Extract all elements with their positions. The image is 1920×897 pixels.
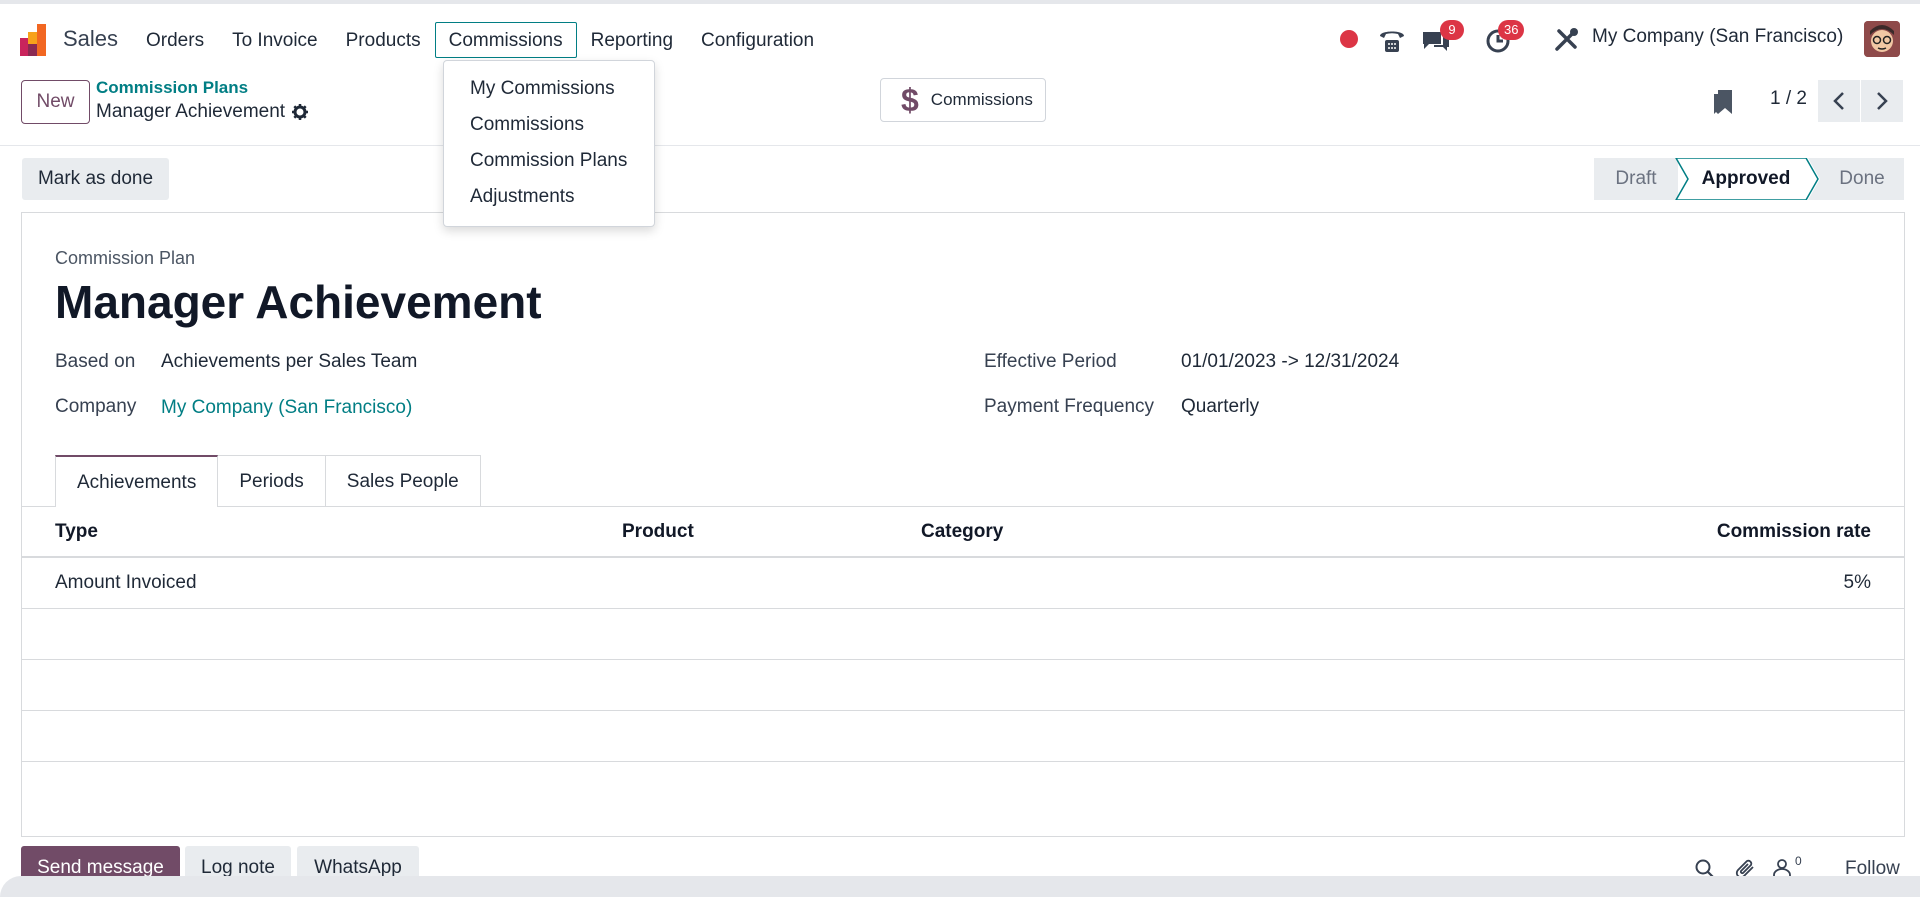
menu-configuration[interactable]: Configuration bbox=[687, 22, 828, 58]
tab-achievements[interactable]: Achievements bbox=[55, 455, 219, 507]
bottom-strip bbox=[0, 876, 1920, 897]
status-row: Mark as done Draft Approved Done bbox=[0, 146, 1920, 212]
stage-done[interactable]: Done bbox=[1820, 158, 1904, 200]
table-row[interactable]: Amount Invoiced 5% bbox=[22, 558, 1904, 609]
dropdown-commissions[interactable]: Commissions bbox=[444, 111, 654, 147]
company-label: Company bbox=[55, 396, 137, 417]
dropdown-adjustments[interactable]: Adjustments bbox=[444, 183, 654, 219]
commissions-dropdown: My Commissions Commissions Commission Pl… bbox=[443, 60, 655, 227]
user-avatar-image bbox=[1864, 21, 1900, 57]
app-name[interactable]: Sales bbox=[63, 26, 118, 52]
smart-button-label: Commissions bbox=[930, 90, 1033, 109]
column-category[interactable]: Category bbox=[921, 521, 1003, 543]
gear-icon[interactable] bbox=[291, 103, 309, 121]
menu-commissions[interactable]: Commissions bbox=[434, 22, 577, 58]
new-button[interactable]: New bbox=[21, 80, 90, 124]
row-commission-rate: 5% bbox=[1843, 572, 1871, 593]
tab-periods[interactable]: Periods bbox=[217, 455, 326, 507]
based-on-field[interactable]: Achievements per Sales Team bbox=[161, 351, 417, 373]
payment-frequency-label: Payment Frequency bbox=[984, 396, 1155, 417]
empty-row bbox=[22, 609, 1904, 660]
effective-period-field[interactable]: 01/01/2023 -> 12/31/2024 bbox=[1181, 351, 1399, 373]
form-sheet: Commission Plan Manager Achievement Base… bbox=[21, 212, 1905, 837]
column-type[interactable]: Type bbox=[55, 521, 98, 543]
empty-row bbox=[22, 660, 1904, 711]
effective-period-label: Effective Period bbox=[984, 351, 1117, 372]
phone-icon[interactable] bbox=[1376, 24, 1408, 56]
tools-icon[interactable] bbox=[1550, 24, 1582, 56]
breadcrumb-current: Manager Achievement bbox=[96, 101, 309, 123]
based-on-label: Based on bbox=[55, 351, 136, 372]
achievements-table: Type Product Category Commission rate Am… bbox=[22, 506, 1904, 762]
tab-sales-people[interactable]: Sales People bbox=[324, 455, 481, 507]
menu-to-invoice[interactable]: To Invoice bbox=[218, 22, 332, 58]
company-field[interactable]: My Company (San Francisco) bbox=[161, 397, 412, 419]
recording-indicator[interactable] bbox=[1340, 30, 1358, 48]
chevron-right-icon bbox=[1877, 92, 1888, 110]
menu-orders[interactable]: Orders bbox=[132, 22, 218, 58]
mark-as-done-button[interactable]: Mark as done bbox=[22, 158, 169, 200]
column-product[interactable]: Product bbox=[622, 521, 694, 543]
breadcrumb-current-label: Manager Achievement bbox=[96, 101, 286, 122]
dropdown-commission-plans[interactable]: Commission Plans bbox=[444, 147, 654, 183]
record-title[interactable]: Manager Achievement bbox=[55, 275, 542, 329]
activities-badge: 36 bbox=[1498, 20, 1525, 40]
sales-app-icon[interactable] bbox=[20, 24, 50, 56]
bookmark-icon[interactable] bbox=[1712, 88, 1734, 116]
pager-value[interactable]: 1 / 2 bbox=[1770, 88, 1807, 110]
empty-row bbox=[22, 711, 1904, 762]
top-navbar: Sales Orders To Invoice Products Commiss… bbox=[0, 0, 1920, 72]
row-type: Amount Invoiced bbox=[55, 572, 197, 593]
commissions-smart-button[interactable]: $ Commissions bbox=[880, 78, 1046, 122]
messages-badge: 9 bbox=[1440, 20, 1464, 40]
followers-count: 0 bbox=[1795, 854, 1802, 868]
company-switcher[interactable]: My Company (San Francisco) bbox=[1592, 26, 1843, 48]
stage-draft[interactable]: Draft bbox=[1594, 158, 1678, 200]
control-panel: New Commission Plans Manager Achievement… bbox=[0, 72, 1920, 146]
pager-next-button[interactable] bbox=[1861, 80, 1903, 122]
record-type-label: Commission Plan bbox=[55, 248, 196, 268]
notebook-tabs: Achievements Periods Sales People bbox=[55, 455, 481, 507]
menu-products[interactable]: Products bbox=[332, 22, 435, 58]
chevron-left-icon bbox=[1833, 92, 1844, 110]
stage-approved[interactable]: Approved bbox=[1686, 158, 1806, 200]
dollar-icon: $ bbox=[901, 82, 919, 118]
menu-reporting[interactable]: Reporting bbox=[577, 22, 687, 58]
main-menu: Orders To Invoice Products Commissions R… bbox=[132, 22, 828, 58]
user-avatar[interactable] bbox=[1864, 21, 1900, 57]
payment-frequency-field[interactable]: Quarterly bbox=[1181, 396, 1259, 418]
pager-previous-button[interactable] bbox=[1818, 80, 1860, 122]
table-header: Type Product Category Commission rate bbox=[22, 507, 1904, 558]
dropdown-my-commissions[interactable]: My Commissions bbox=[444, 75, 654, 111]
breadcrumb-commission-plans[interactable]: Commission Plans bbox=[96, 78, 248, 98]
column-commission-rate[interactable]: Commission rate bbox=[1717, 521, 1871, 543]
